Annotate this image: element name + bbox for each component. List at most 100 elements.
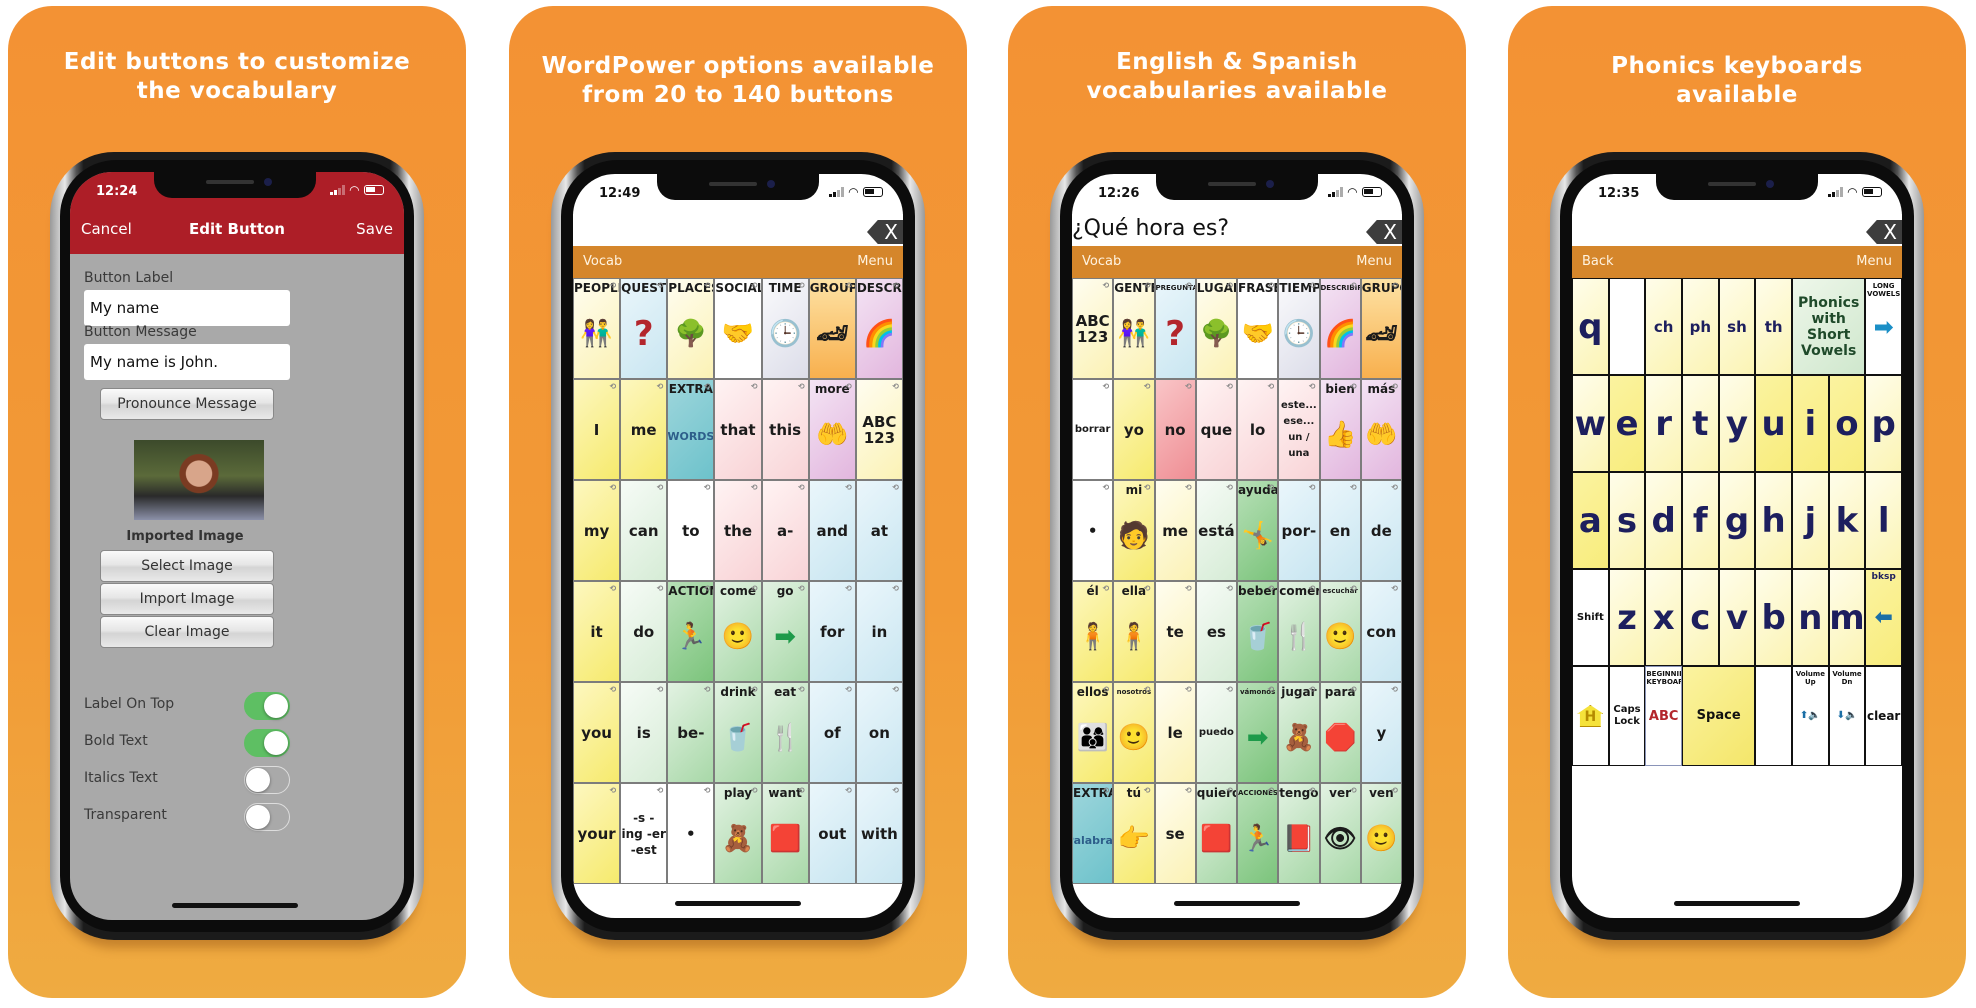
- toggle-switch[interactable]: [244, 692, 290, 720]
- vocab-button[interactable]: para 🛑 ⟲: [1319, 682, 1361, 783]
- vocab-button[interactable]: more 🤲 ⟲: [808, 379, 856, 480]
- vocab-button[interactable]: EXTRA WORDS ⟲: [667, 379, 715, 480]
- key[interactable]: u: [1755, 375, 1792, 472]
- vocab-button[interactable]: come 🙂 ⟲: [714, 581, 762, 682]
- vocab-button[interactable]: ayuda 🤸 ⟲: [1237, 480, 1279, 581]
- message-window[interactable]: ¿Qué hora es?: [1072, 214, 1402, 244]
- vocab-button[interactable]: this ⟲: [761, 379, 809, 480]
- volume-down-key[interactable]: Volume Dn ⬇🔈: [1828, 666, 1866, 766]
- key[interactable]: g: [1718, 472, 1756, 569]
- vocab-button[interactable]: comer 🍴 ⟲: [1278, 581, 1320, 682]
- vocab-button[interactable]: QUESTN?⟲: [620, 278, 668, 379]
- vocab-button[interactable]: ACTIONS🏃⟲: [667, 581, 715, 682]
- key[interactable]: o: [1828, 375, 1866, 472]
- vocab-button[interactable]: ellos 👨‍👩‍👦 ⟲: [1072, 682, 1114, 783]
- vocab-button[interactable]: ven 🙂 ⟲: [1360, 783, 1402, 884]
- key[interactable]: th: [1755, 278, 1792, 375]
- vocab-button[interactable]: ABC 123 ⟲: [1072, 278, 1114, 379]
- long-vowels-button[interactable]: LONG VOWELS ➡: [1865, 278, 1902, 375]
- vocab-button[interactable]: PREGUNTAS?⟲: [1154, 278, 1196, 379]
- menu-button[interactable]: Menu: [857, 254, 893, 269]
- vocab-button[interactable]: at ⟲: [855, 480, 903, 581]
- vocab-button[interactable]: • ⟲: [1072, 480, 1114, 581]
- beginning-keyboard-button[interactable]: BEGINNING KEYBOARD ABC: [1645, 666, 1682, 766]
- cancel-button[interactable]: Cancel: [81, 220, 132, 238]
- key[interactable]: y: [1718, 375, 1756, 472]
- key[interactable]: sh: [1718, 278, 1756, 375]
- blank-key[interactable]: [1755, 666, 1792, 766]
- vocab-button[interactable]: with ⟲: [855, 783, 903, 884]
- key[interactable]: f: [1682, 472, 1719, 569]
- vocab-button[interactable]: TIEMPO🕒⟲: [1278, 278, 1320, 379]
- key[interactable]: z: [1608, 569, 1646, 666]
- button-message-input[interactable]: [84, 344, 290, 380]
- vocab-button[interactable]: lo ⟲: [1237, 379, 1279, 480]
- key[interactable]: ph: [1682, 278, 1719, 375]
- vocab-button[interactable]: le ⟲: [1154, 682, 1196, 783]
- vocab-button[interactable]: mi 🧑 ⟲: [1113, 480, 1155, 581]
- import-image-button[interactable]: Import Image: [100, 583, 274, 615]
- key[interactable]: x: [1645, 569, 1682, 666]
- key[interactable]: q: [1572, 278, 1609, 375]
- vocab-button[interactable]: it ⟲: [573, 581, 621, 682]
- vocab-button[interactable]: DESCRIBIR 🌈 ⟲: [1319, 278, 1361, 379]
- message-window[interactable]: [573, 214, 903, 244]
- vocab-button[interactable]: ABC 123 ⟲: [855, 379, 903, 480]
- vocab-button[interactable]: of ⟲: [808, 682, 856, 783]
- vocab-button[interactable]: jugar 🧸 ⟲: [1278, 682, 1320, 783]
- key[interactable]: v: [1718, 569, 1756, 666]
- key[interactable]: ch: [1645, 278, 1682, 375]
- vocab-button[interactable]: GRUPOS🏎⟲: [1360, 278, 1402, 379]
- vocab-button[interactable]: -s - ing -er -est ⟲: [620, 783, 668, 884]
- vocab-button[interactable]: PEOPLE👫⟲: [573, 278, 621, 379]
- vocab-button[interactable]: borrar ⟲: [1072, 379, 1114, 480]
- vocab-button[interactable]: and ⟲: [808, 480, 856, 581]
- volume-up-key[interactable]: Volume Up ⬆🔈: [1792, 666, 1829, 766]
- vocab-button[interactable]: en ⟲: [1319, 480, 1361, 581]
- vocab-button[interactable]: PLACES🌳⟲: [667, 278, 715, 379]
- vocab-button[interactable]: GROUPS🏎⟲: [808, 278, 856, 379]
- vocab-button[interactable]: ACCIONES 🏃 ⟲: [1237, 783, 1279, 884]
- toggle-switch[interactable]: [244, 766, 290, 794]
- vocab-button[interactable]: no ⟲: [1154, 379, 1196, 480]
- left-toolbar-button[interactable]: Vocab: [583, 254, 622, 269]
- caps-lock-key[interactable]: Caps Lock: [1608, 666, 1646, 766]
- menu-button[interactable]: Menu: [1356, 254, 1392, 269]
- vocab-button[interactable]: es ⟲: [1195, 581, 1237, 682]
- vocab-button[interactable]: I ⟲: [573, 379, 621, 480]
- vocab-button[interactable]: beber 🥤 ⟲: [1237, 581, 1279, 682]
- vocab-button[interactable]: nosotros 🙂 ⟲: [1113, 682, 1155, 783]
- vocab-button[interactable]: DESCRB🌈⟲: [855, 278, 903, 379]
- vocab-button[interactable]: to ⟲: [667, 480, 715, 581]
- vocab-button[interactable]: que ⟲: [1195, 379, 1237, 480]
- key[interactable]: n: [1792, 569, 1829, 666]
- vocab-button[interactable]: is ⟲: [620, 682, 668, 783]
- key[interactable]: [1608, 278, 1646, 375]
- key[interactable]: p: [1865, 375, 1902, 472]
- phonics-short-vowels-button[interactable]: Phonics with Short Vowels: [1792, 278, 1866, 375]
- save-button[interactable]: Save: [356, 220, 393, 238]
- vocab-button[interactable]: my ⟲: [573, 480, 621, 581]
- shift-key[interactable]: Shift: [1572, 569, 1609, 666]
- left-toolbar-button[interactable]: Vocab: [1082, 254, 1121, 269]
- vocab-button[interactable]: go ➡ ⟲: [761, 581, 809, 682]
- vocab-button[interactable]: a- ⟲: [761, 480, 809, 581]
- vocab-button[interactable]: do ⟲: [620, 581, 668, 682]
- key[interactable]: k: [1828, 472, 1866, 569]
- vocab-button[interactable]: for ⟲: [808, 581, 856, 682]
- clear-key[interactable]: clear: [1865, 666, 1902, 766]
- toggle-switch[interactable]: [244, 803, 290, 831]
- vocab-button[interactable]: on ⟲: [855, 682, 903, 783]
- vocab-button[interactable]: LUGARES🌳⟲: [1195, 278, 1237, 379]
- vocab-button[interactable]: vámonos ➡ ⟲: [1237, 682, 1279, 783]
- vocab-button[interactable]: por- ⟲: [1278, 480, 1320, 581]
- vocab-button[interactable]: the ⟲: [714, 480, 762, 581]
- key[interactable]: t: [1682, 375, 1719, 472]
- key[interactable]: r: [1645, 375, 1682, 472]
- key[interactable]: l: [1865, 472, 1902, 569]
- vocab-button[interactable]: él 🧍 ⟲: [1072, 581, 1114, 682]
- vocab-button[interactable]: me ⟲: [1154, 480, 1196, 581]
- clear-image-button[interactable]: Clear Image: [100, 616, 274, 648]
- vocab-button[interactable]: out ⟲: [808, 783, 856, 884]
- vocab-button[interactable]: escuchar 🙂 ⟲: [1319, 581, 1361, 682]
